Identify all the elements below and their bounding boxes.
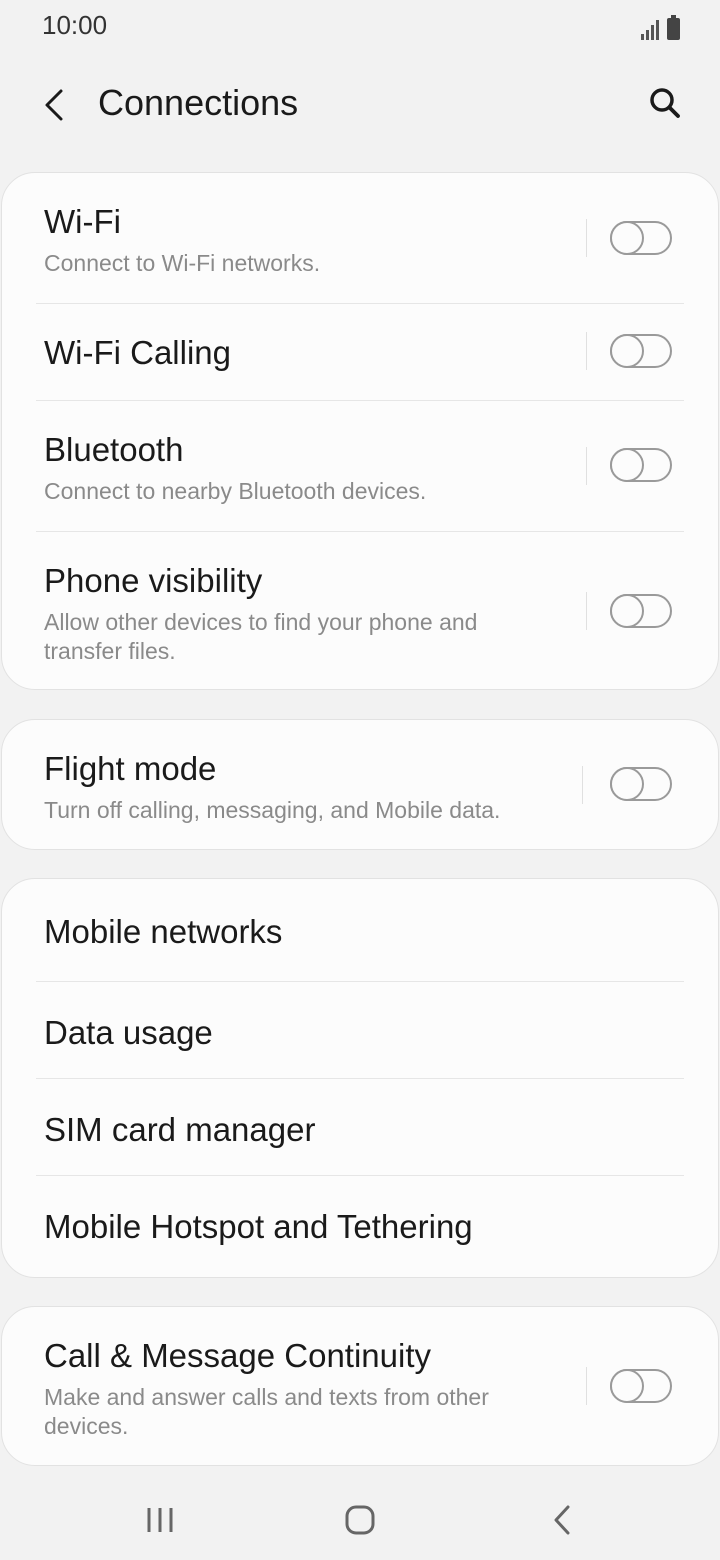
recent-apps-button[interactable] [130, 1498, 190, 1542]
nav-back-button[interactable] [532, 1498, 592, 1542]
phone-visibility-row[interactable]: Phone visibility Allow other devices to … [2, 532, 718, 690]
home-icon [345, 1505, 375, 1535]
separator [586, 592, 587, 630]
mobile-hotspot-row[interactable]: Mobile Hotspot and Tethering [2, 1176, 718, 1278]
app-header: Connections [0, 66, 720, 142]
flight-mode-row[interactable]: Flight mode Turn off calling, messaging,… [2, 720, 718, 850]
connections-group-1: Wi-Fi Connect to Wi-Fi networks. Wi-Fi C… [1, 172, 719, 690]
wifi-subtitle: Connect to Wi-Fi networks. [44, 250, 321, 276]
wifi-calling-toggle[interactable] [610, 334, 672, 368]
settings-screen: 10:00 Connections Wi-Fi Connect to Wi-Fi… [0, 0, 720, 1560]
flight-mode-title: Flight mode [44, 750, 217, 787]
separator [586, 447, 587, 485]
toggle-knob [610, 448, 644, 482]
mobile-hotspot-title: Mobile Hotspot and Tethering [44, 1208, 473, 1245]
separator [586, 219, 587, 257]
page-title: Connections [98, 82, 299, 123]
status-time: 10:00 [42, 10, 108, 40]
bluetooth-toggle[interactable] [610, 448, 672, 482]
phone-visibility-title: Phone visibility [44, 562, 263, 599]
phone-visibility-subtitle: Allow other devices to find your phone a… [44, 609, 478, 664]
toggle-knob [610, 334, 644, 368]
search-button[interactable] [640, 78, 690, 128]
connections-group-2: Flight mode Turn off calling, messaging,… [1, 719, 719, 850]
bluetooth-row[interactable]: Bluetooth Connect to nearby Bluetooth de… [2, 401, 718, 531]
wifi-calling-row[interactable]: Wi-Fi Calling [2, 304, 718, 400]
bluetooth-title: Bluetooth [44, 431, 184, 468]
connections-group-4: Call & Message Continuity Make and answe… [1, 1306, 719, 1466]
data-usage-title: Data usage [44, 1014, 213, 1051]
navigation-bar [0, 1480, 720, 1560]
call-message-continuity-title: Call & Message Continuity [44, 1337, 432, 1374]
toggle-knob [610, 594, 644, 628]
call-message-continuity-toggle[interactable] [610, 1369, 672, 1403]
call-message-continuity-subtitle: Make and answer calls and texts from oth… [44, 1384, 489, 1439]
call-message-continuity-row[interactable]: Call & Message Continuity Make and answe… [2, 1307, 718, 1467]
flight-mode-toggle[interactable] [610, 767, 672, 801]
wifi-calling-title: Wi-Fi Calling [44, 334, 232, 371]
phone-visibility-toggle[interactable] [610, 594, 672, 628]
recent-apps-icon [147, 1508, 173, 1532]
sim-card-manager-row[interactable]: SIM card manager [2, 1079, 718, 1175]
separator [586, 332, 587, 370]
search-icon [650, 88, 680, 118]
connections-group-3: Mobile networks Data usage SIM card mana… [1, 878, 719, 1278]
back-icon [554, 1505, 570, 1535]
status-icons [641, 14, 680, 40]
separator [586, 1367, 587, 1405]
toggle-knob [610, 221, 644, 255]
chevron-left-icon [45, 89, 63, 121]
toggle-knob [610, 1369, 644, 1403]
mobile-networks-title: Mobile networks [44, 913, 283, 950]
wifi-title: Wi-Fi [44, 203, 121, 240]
flight-mode-subtitle: Turn off calling, messaging, and Mobile … [44, 797, 501, 823]
data-usage-row[interactable]: Data usage [2, 982, 718, 1078]
status-bar: 10:00 [0, 0, 720, 56]
wifi-toggle[interactable] [610, 221, 672, 255]
battery-icon [667, 15, 680, 40]
mobile-networks-row[interactable]: Mobile networks [2, 879, 718, 981]
wifi-row[interactable]: Wi-Fi Connect to Wi-Fi networks. [2, 173, 718, 303]
home-button[interactable] [330, 1498, 390, 1542]
signal-icon [641, 18, 659, 40]
bluetooth-subtitle: Connect to nearby Bluetooth devices. [44, 478, 427, 504]
separator [582, 766, 583, 804]
back-button[interactable] [30, 80, 80, 130]
toggle-knob [610, 767, 644, 801]
sim-card-manager-title: SIM card manager [44, 1111, 316, 1148]
